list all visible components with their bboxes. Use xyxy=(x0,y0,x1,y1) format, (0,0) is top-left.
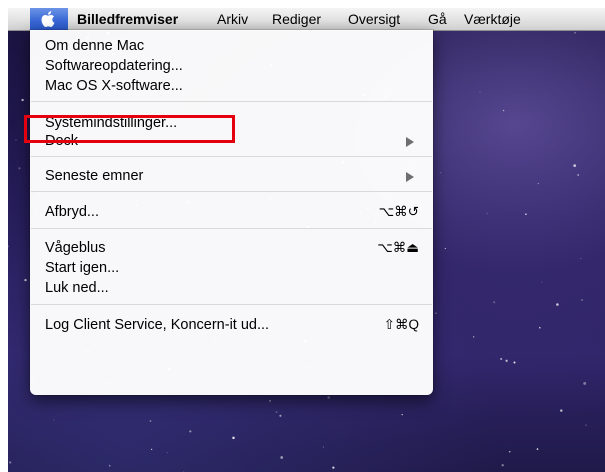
star xyxy=(585,424,587,426)
star xyxy=(502,109,505,112)
menubar-item-gaa[interactable]: Gå xyxy=(419,8,456,30)
star xyxy=(513,361,516,364)
star xyxy=(525,213,527,216)
menu-separator xyxy=(31,304,432,305)
star xyxy=(18,167,21,170)
apple-logo-icon xyxy=(41,11,55,28)
menubar-item-oversigt[interactable]: Oversigt xyxy=(339,8,409,30)
star xyxy=(24,278,27,282)
keyboard-shortcut: ⌥⌘⏏ xyxy=(377,240,419,255)
star xyxy=(21,98,24,102)
star xyxy=(149,420,152,422)
menu-item-label: Vågeblus xyxy=(45,240,106,256)
menu-item-start-igen[interactable]: Start igen... xyxy=(30,258,433,278)
keyboard-shortcut: ⌥⌘↺ xyxy=(378,204,419,219)
star xyxy=(536,448,539,450)
desktop-screen: Billedfremviser Arkiv Rediger Oversigt G… xyxy=(8,8,605,472)
menu-item-label: Luk ned... xyxy=(45,280,109,296)
star xyxy=(573,164,577,167)
menubar-app-name[interactable]: Billedfremviser xyxy=(68,8,187,30)
menu-item-luk-ned[interactable]: Luk ned... xyxy=(30,278,433,298)
star xyxy=(166,452,168,454)
star xyxy=(444,247,446,250)
menu-bar: Billedfremviser Arkiv Rediger Oversigt G… xyxy=(8,8,605,31)
apple-menu-button[interactable] xyxy=(30,8,68,30)
star xyxy=(189,430,192,433)
star xyxy=(508,450,511,453)
menubar-item-vaerktoejer[interactable]: Værktøje xyxy=(455,8,530,30)
star xyxy=(275,411,278,413)
star xyxy=(232,436,235,440)
star xyxy=(279,414,282,417)
menu-separator xyxy=(31,228,432,229)
star xyxy=(269,400,271,402)
menu-item-seneste-emner[interactable]: Seneste emner xyxy=(30,166,433,186)
menu-separator xyxy=(31,101,432,102)
menu-item-label: Mac OS X-software... xyxy=(45,78,183,94)
star xyxy=(537,182,539,185)
star xyxy=(108,464,111,467)
menu-item-label: Afbryd... xyxy=(45,204,99,220)
star xyxy=(435,312,437,314)
star xyxy=(493,301,496,304)
menu-separator xyxy=(31,156,432,157)
menu-item-mac-os-x-software[interactable]: Mac OS X-software... xyxy=(30,76,433,96)
star xyxy=(581,299,583,301)
star xyxy=(9,461,12,464)
apple-dropdown-menu: Om denne Mac Softwareopdatering... Mac O… xyxy=(30,30,433,395)
keyboard-shortcut: ⇧⌘Q xyxy=(383,317,419,332)
star xyxy=(401,413,403,416)
menu-item-label: Softwareopdatering... xyxy=(45,58,183,74)
star xyxy=(505,359,508,362)
menu-item-label: Start igen... xyxy=(45,260,120,276)
star xyxy=(574,32,576,34)
star xyxy=(583,381,587,385)
star xyxy=(280,456,284,459)
menubar-item-arkiv[interactable]: Arkiv xyxy=(208,8,257,30)
menu-separator xyxy=(31,191,432,192)
menu-item-softwareopdatering[interactable]: Softwareopdatering... xyxy=(30,56,433,76)
star xyxy=(8,245,9,248)
star xyxy=(560,409,563,412)
star xyxy=(577,174,580,176)
menu-item-om-denne-mac[interactable]: Om denne Mac xyxy=(30,36,433,56)
submenu-arrow-icon xyxy=(406,172,414,182)
annotation-highlight-box xyxy=(24,115,235,143)
star xyxy=(479,91,481,93)
menu-item-log-ud[interactable]: Log Client Service, Koncern-it ud... ⇧⌘Q xyxy=(30,315,433,335)
star xyxy=(556,303,559,306)
star xyxy=(327,396,331,399)
star xyxy=(322,446,324,448)
menubar-item-rediger[interactable]: Rediger xyxy=(263,8,330,30)
star xyxy=(500,358,503,360)
menu-item-vaageblus[interactable]: Vågeblus ⌥⌘⏏ xyxy=(30,238,433,258)
star xyxy=(440,172,442,174)
star xyxy=(539,326,541,329)
menu-item-label: Log Client Service, Koncern-it ud... xyxy=(45,317,270,333)
star xyxy=(150,448,153,451)
star xyxy=(501,463,504,467)
menu-item-label: Om denne Mac xyxy=(45,38,145,54)
star xyxy=(541,281,543,283)
star xyxy=(15,139,17,141)
submenu-arrow-icon xyxy=(406,137,414,147)
star xyxy=(580,257,582,259)
star xyxy=(486,212,488,214)
menu-item-label: Seneste emner xyxy=(45,168,144,184)
star xyxy=(473,336,475,338)
star xyxy=(53,419,55,421)
menu-item-afbryd[interactable]: Afbryd... ⌥⌘↺ xyxy=(30,202,433,222)
star xyxy=(332,466,335,469)
